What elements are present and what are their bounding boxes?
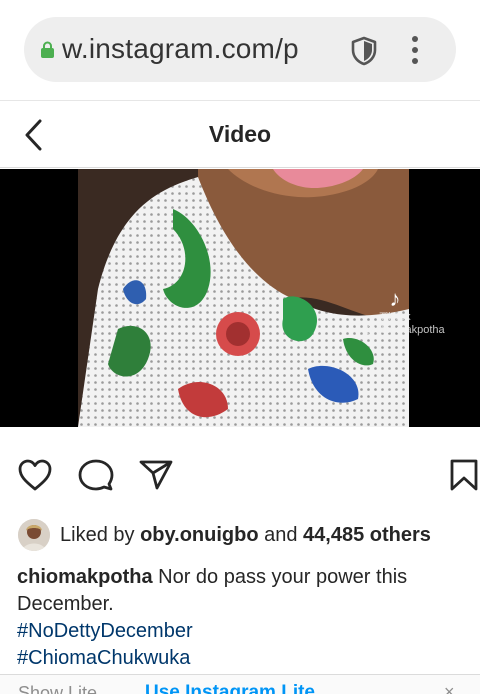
likes-count[interactable]: 44,485 others	[303, 524, 431, 546]
likes-summary[interactable]: Liked by oby.onuigbo and 44,485 others	[18, 518, 468, 552]
address-bar[interactable]: w.instagram.com/p	[24, 17, 456, 82]
lock-icon[interactable]	[40, 41, 55, 59]
use-instagram-lite-link[interactable]: Use Instagram Lite	[145, 682, 315, 694]
video-still	[78, 169, 409, 427]
bookmark-icon[interactable]	[448, 458, 480, 492]
shield-icon[interactable]	[350, 36, 378, 66]
video-frame	[78, 169, 409, 427]
comment-icon[interactable]	[78, 458, 114, 492]
tiktok-handle: @chiomakpotha	[365, 324, 445, 336]
post-actions	[0, 428, 480, 518]
browser-toolbar: w.instagram.com/p	[0, 0, 480, 100]
url-fade	[294, 27, 344, 71]
tiktok-logo-icon: ♪	[389, 286, 401, 311]
send-icon[interactable]	[138, 458, 174, 492]
video-player[interactable]: ♪ TikTok @chiomakpotha	[0, 169, 480, 427]
likes-text: Liked by oby.onuigbo and 44,485 others	[60, 524, 431, 547]
tiktok-brand: TikTok	[379, 311, 411, 323]
heart-icon[interactable]	[17, 458, 53, 492]
tiktok-watermark: ♪ TikTok @chiomakpotha	[365, 286, 445, 347]
avatar[interactable]	[18, 519, 50, 551]
caption-username[interactable]: chiomakpotha	[17, 566, 153, 588]
kebab-menu-icon[interactable]	[410, 35, 420, 65]
page-title: Video	[208, 121, 272, 147]
likes-middle: and	[258, 523, 304, 546]
lite-app-banner: Show Lite Use Instagram Lite ×	[0, 674, 480, 694]
likes-prefix: Liked by	[60, 523, 141, 546]
hashtag-link[interactable]: #ChiomaChukwuka	[17, 645, 457, 672]
liker-username[interactable]: oby.onuigbo	[140, 524, 259, 546]
close-icon[interactable]: ×	[444, 682, 455, 694]
post-caption: chiomakpotha Nor do pass your power this…	[17, 564, 457, 672]
banner-text: Show Lite	[18, 683, 98, 694]
hashtag-link[interactable]: #NoDettyDecember	[17, 618, 457, 645]
instagram-header: Video	[0, 100, 480, 168]
